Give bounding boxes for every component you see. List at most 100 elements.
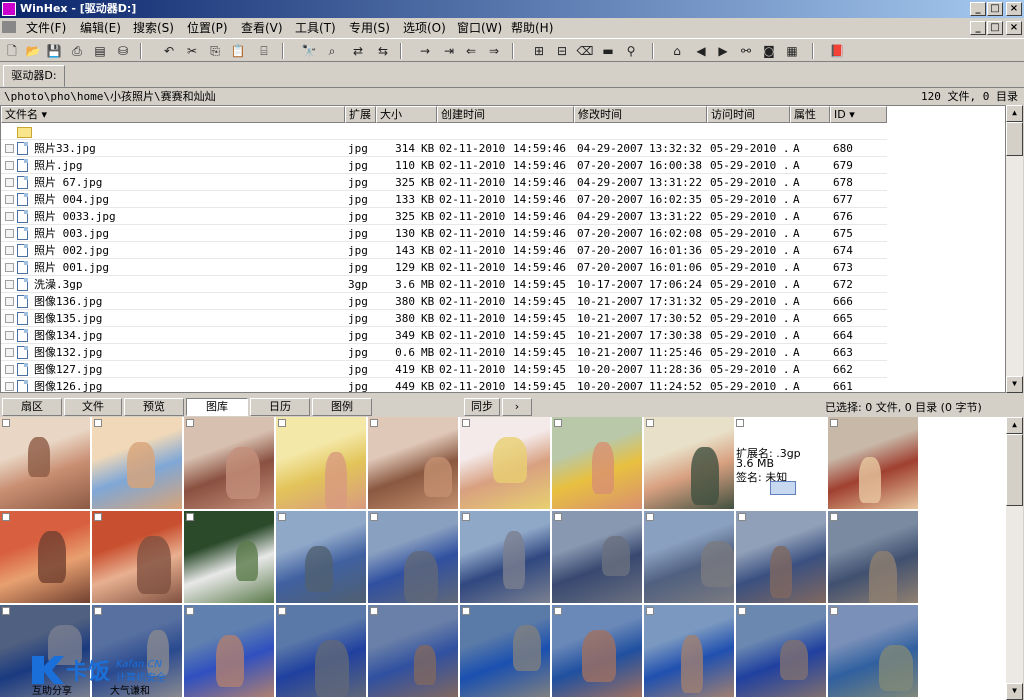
thumbnail-checkbox[interactable]	[462, 607, 470, 615]
thumbnail-checkbox[interactable]	[370, 607, 378, 615]
camera-icon[interactable]: ◙	[760, 42, 778, 60]
goto-sector-icon[interactable]: ⇥	[440, 42, 458, 60]
thumbnail-checkbox[interactable]	[278, 607, 286, 615]
gallery-thumbnail[interactable]	[184, 511, 275, 604]
replace-hex-icon[interactable]: ⇆	[374, 42, 392, 60]
gallery-thumbnail[interactable]	[644, 511, 735, 604]
menu-window[interactable]: 窗口(W)	[457, 20, 502, 36]
gallery-thumbnail[interactable]	[92, 417, 183, 510]
thumbnail-checkbox[interactable]	[370, 513, 378, 521]
thumbnail-checkbox[interactable]	[646, 607, 654, 615]
menu-edit[interactable]: 编辑(E)	[80, 20, 121, 36]
gallery-thumbnail[interactable]	[460, 511, 551, 604]
sync-button[interactable]: 同步	[464, 398, 500, 416]
column-id[interactable]: ID ▾	[830, 106, 887, 123]
gallery-thumbnail[interactable]	[0, 417, 91, 510]
scroll-up-arrow[interactable]: ▲	[1006, 105, 1023, 122]
thumbnail-checkbox[interactable]	[94, 513, 102, 521]
gallery-thumbnail[interactable]	[276, 511, 367, 604]
table-row[interactable]: 图像127.jpg jpg 419 KB 02-11-2010 14:59:45 10-20…	[1, 361, 887, 378]
tab-preview[interactable]: 预览	[124, 398, 184, 416]
tab-sector[interactable]: 扇区	[2, 398, 62, 416]
expand-icon[interactable]	[5, 382, 14, 391]
parent-folder-row[interactable]	[1, 123, 887, 140]
ram-icon[interactable]: ▬	[599, 42, 617, 60]
gallery-thumbnail[interactable]	[276, 417, 367, 510]
file-list-scrollbar[interactable]: ▲ ▼	[1006, 105, 1023, 393]
maximize-button[interactable]: □	[987, 2, 1003, 16]
menu-help[interactable]: 帮助(H)	[511, 20, 553, 36]
thumbnail-checkbox[interactable]	[554, 513, 562, 521]
find-text-icon[interactable]: 🔭	[300, 42, 318, 60]
scroll-thumb[interactable]	[1006, 122, 1023, 156]
column-filename[interactable]: 文件名 ▾	[1, 106, 345, 123]
tab-drive-d[interactable]: 驱动器D:	[3, 65, 65, 87]
column-size[interactable]: 大小	[376, 106, 437, 123]
expand-icon[interactable]	[5, 365, 14, 374]
gallery-thumbnail[interactable]	[184, 417, 275, 510]
replace-text-icon[interactable]: ⇄	[349, 42, 367, 60]
disk-tools-icon[interactable]: ⊟	[553, 42, 571, 60]
thumbnail-checkbox[interactable]	[738, 513, 746, 521]
expand-icon[interactable]	[5, 178, 14, 187]
gallery-thumbnail[interactable]	[644, 605, 735, 698]
tab-calendar[interactable]: 日历	[250, 398, 310, 416]
thumbnail-checkbox[interactable]	[370, 419, 378, 427]
scroll-down-arrow[interactable]: ▼	[1006, 376, 1023, 393]
open-disk-icon[interactable]: ⛁	[114, 42, 132, 60]
child-restore-button[interactable]: □	[987, 21, 1003, 35]
table-row[interactable]: 照片 0033.jpg jpg 325 KB 02-11-2010 14:59:46 04-…	[1, 208, 887, 225]
expand-icon[interactable]	[5, 229, 14, 238]
book-icon[interactable]: 📕	[828, 42, 846, 60]
expand-icon[interactable]	[5, 195, 14, 204]
child-minimize-button[interactable]: _	[970, 21, 986, 35]
expand-icon[interactable]	[5, 263, 14, 272]
table-row[interactable]: 照片 003.jpg jpg 130 KB 02-11-2010 14:59:46 07-2…	[1, 225, 887, 242]
tab-gallery[interactable]: 图库	[186, 398, 248, 416]
expand-icon[interactable]	[5, 297, 14, 306]
close-button[interactable]: ×	[1006, 2, 1022, 16]
column-modified[interactable]: 修改时间	[574, 106, 707, 123]
save-icon[interactable]: 💾	[45, 42, 63, 60]
expand-icon[interactable]	[5, 246, 14, 255]
table-row[interactable]: 照片 002.jpg jpg 143 KB 02-11-2010 14:59:46 07-2…	[1, 242, 887, 259]
scroll-thumb[interactable]	[1006, 434, 1023, 506]
column-attr[interactable]: 属性	[790, 106, 830, 123]
expand-icon[interactable]	[5, 348, 14, 357]
table-row[interactable]: 照片 001.jpg jpg 129 KB 02-11-2010 14:59:46 07-2…	[1, 259, 887, 276]
gallery-thumbnail[interactable]	[0, 511, 91, 604]
magnifier-icon[interactable]: ⚲	[622, 42, 640, 60]
thumbnail-checkbox[interactable]	[646, 513, 654, 521]
gallery-thumbnail[interactable]	[276, 605, 367, 698]
gallery-thumbnail[interactable]	[552, 605, 643, 698]
menu-options[interactable]: 选项(O)	[403, 20, 446, 36]
menu-position[interactable]: 位置(P)	[187, 20, 228, 36]
column-ext[interactable]: 扩展	[345, 106, 376, 123]
properties-icon[interactable]: ▤	[91, 42, 109, 60]
table-row[interactable]: 图像135.jpg jpg 380 KB 02-11-2010 14:59:45 10-21…	[1, 310, 887, 327]
thumbnail-checkbox[interactable]	[554, 607, 562, 615]
thumbnail-checkbox[interactable]	[2, 607, 10, 615]
document-icon[interactable]	[2, 21, 16, 33]
table-row[interactable]: 图像126.jpg jpg 449 KB 02-11-2010 14:59:45 10-20…	[1, 378, 887, 392]
gallery-thumbnail[interactable]	[368, 605, 459, 698]
gallery-thumbnail[interactable]	[736, 511, 827, 604]
goto-offset-icon[interactable]: →	[416, 42, 434, 60]
paste-icon[interactable]: 📋	[229, 42, 247, 60]
gallery-thumbnail[interactable]	[828, 605, 919, 698]
menu-specialist[interactable]: 专用(S)	[349, 20, 390, 36]
partition-icon[interactable]: ⌂	[668, 42, 686, 60]
thumbnail-checkbox[interactable]	[94, 607, 102, 615]
gallery-thumbnail[interactable]	[644, 417, 735, 510]
thumbnail-checkbox[interactable]	[278, 419, 286, 427]
menu-tools[interactable]: 工具(T)	[295, 20, 336, 36]
scroll-up-arrow[interactable]: ▲	[1006, 417, 1023, 434]
thumbnail-checkbox[interactable]	[736, 419, 744, 427]
thumbnail-checkbox[interactable]	[830, 513, 838, 521]
gallery-thumbnail[interactable]	[828, 511, 919, 604]
cut-icon[interactable]: ✂	[183, 42, 201, 60]
gallery-thumbnail[interactable]	[92, 511, 183, 604]
thumbnail-checkbox[interactable]	[2, 419, 10, 427]
thumbnail-checkbox[interactable]	[2, 513, 10, 521]
expand-icon[interactable]	[5, 212, 14, 221]
